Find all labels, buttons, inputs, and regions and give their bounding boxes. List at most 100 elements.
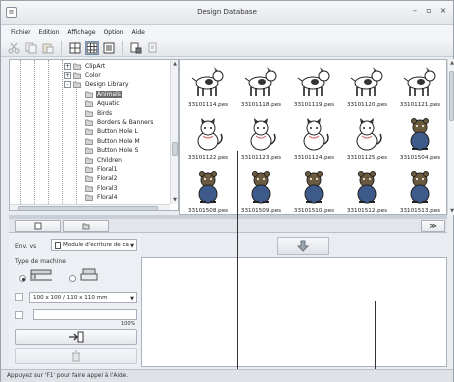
arrow-down-icon (297, 240, 309, 252)
paste-icon[interactable] (41, 41, 55, 55)
tree-item[interactable]: Floral3 (76, 184, 118, 192)
design-thumbnail-grid[interactable]: 33101114.pes 33101118.pes 33101119.pes 3310… (179, 59, 447, 215)
cursor-guide (237, 151, 238, 382)
sewing-machine-icon (30, 269, 52, 281)
grid-vertical-scrollbar[interactable]: ▲ ▼ (447, 59, 454, 215)
collapse-icon[interactable]: - (64, 81, 71, 89)
design-thumbnail[interactable]: 33101513.pes (394, 168, 446, 214)
design-thumbnail[interactable]: 33101125.pes (341, 115, 393, 167)
menu-edition[interactable]: Edition (35, 29, 64, 36)
progress-text: 100% (121, 321, 136, 327)
design-thumbnail[interactable]: 33101504.pes (394, 115, 446, 167)
design-thumbnail[interactable]: 33101122.pes (182, 115, 234, 167)
folder-icon (73, 63, 81, 70)
menu-affichage[interactable]: Affichage (63, 29, 99, 36)
design-thumbnail[interactable]: 33101509.pes (235, 168, 287, 214)
design-filename: 33101508.pes (187, 208, 229, 214)
design-thumbnail[interactable]: 33101508.pes (182, 168, 234, 214)
tree-item[interactable]: Floral1 (76, 165, 118, 173)
chevron-double-down-icon: ≫ (429, 222, 437, 230)
tree-item[interactable]: Children (76, 156, 123, 164)
tree-item-label: Button Hole L (97, 128, 138, 136)
card-preview-area[interactable] (141, 257, 447, 367)
send-to-machine-icon[interactable] (129, 41, 143, 55)
folder-icon (85, 166, 93, 173)
toolbar-separator (61, 40, 62, 55)
details-view-icon[interactable] (102, 41, 116, 55)
tree-vertical-scrollbar[interactable]: ▲ ▼ (170, 60, 178, 204)
properties-icon[interactable] (146, 41, 160, 55)
transfer-to-card-icon (69, 331, 84, 343)
tree-item[interactable]: Button Hole S (76, 147, 139, 155)
design-thumbnail[interactable]: 33101118.pes (235, 62, 287, 114)
tree-item[interactable]: Button Hole M (76, 137, 141, 145)
minimize-icon[interactable]: – (409, 5, 421, 17)
status-bar: Appuyez sur 'F1' pour faire appel à l'Ai… (1, 369, 453, 382)
machine-radio-1[interactable] (19, 275, 26, 282)
env-label: Env. vs (15, 243, 37, 250)
hoop-size-select[interactable]: 100 x 100 / 110 x 110 mm ▼ (29, 292, 137, 303)
expand-icon[interactable]: + (64, 62, 71, 70)
card-view-button[interactable] (15, 220, 61, 232)
collapse-button[interactable]: ≫ (421, 220, 445, 232)
tree-item-label: Borders & Banners (97, 118, 154, 126)
large-thumbnails-icon[interactable] (68, 41, 82, 55)
card-name-field[interactable] (33, 309, 137, 320)
tree-item[interactable]: + Color (64, 71, 102, 79)
tree-item[interactable]: Borders & Banners (76, 118, 154, 126)
cut-icon[interactable] (7, 41, 21, 55)
design-thumbnail[interactable]: 33101120.pes (341, 62, 393, 114)
dog-icon (403, 67, 436, 96)
tree-item[interactable]: Floral4 (76, 194, 118, 202)
design-thumbnail[interactable]: 33101121.pes (394, 62, 446, 114)
tree-item[interactable]: Aquatic (76, 100, 121, 108)
design-filename: 33101118.pes (240, 102, 282, 108)
machine-radio-2[interactable] (69, 275, 76, 282)
design-thumbnail[interactable]: 33101512.pes (341, 168, 393, 214)
design-thumbnail[interactable]: 33101123.pes (235, 115, 287, 167)
machine-type-label: Type de machine (15, 258, 66, 265)
folder-icon (85, 91, 93, 98)
tree-item[interactable]: - Design Library (64, 81, 130, 89)
delete-button[interactable] (15, 348, 137, 364)
design-filename: 33101120.pes (346, 102, 388, 108)
tree-item[interactable]: Button Hole L (76, 128, 139, 136)
tree-item[interactable]: Floral2 (76, 175, 118, 183)
tree-item-label: Animals (96, 90, 122, 98)
tree-horizontal-scrollbar[interactable] (10, 204, 170, 210)
tree-item-label: Children (97, 156, 122, 164)
folder-icon (85, 128, 93, 136)
tree-item[interactable]: Animals (76, 90, 122, 98)
folder-icon (85, 119, 93, 126)
menu-fichier[interactable]: Fichier (7, 29, 35, 36)
folder-view-button[interactable] (63, 220, 109, 232)
design-thumbnail[interactable]: 33101124.pes (288, 115, 340, 167)
tree-item[interactable]: Birds (76, 109, 113, 117)
tree-item-label: Button Hole S (97, 147, 139, 155)
bear-icon (251, 171, 271, 204)
cat-icon (250, 118, 276, 151)
menu-aide[interactable]: Aide (128, 29, 149, 36)
toolbar (1, 39, 453, 57)
transfer-down-button[interactable] (277, 237, 329, 255)
design-thumbnail[interactable]: 33101119.pes (288, 62, 340, 114)
menu-option[interactable]: Option (100, 29, 128, 36)
toolbar-separator (122, 40, 123, 55)
design-thumbnail[interactable]: 33101114.pes (182, 62, 234, 114)
status-text: Appuyez sur 'F1' pour faire appel à l'Ai… (7, 373, 129, 379)
medium-thumbnails-icon[interactable] (85, 40, 99, 55)
tree-item-label: Floral3 (97, 184, 118, 192)
trash-icon (72, 350, 80, 362)
copy-icon[interactable] (24, 41, 38, 55)
close-icon[interactable]: × (437, 5, 449, 17)
tree-item-label: ClipArt (85, 62, 106, 70)
write-to-card-button[interactable] (15, 329, 137, 345)
tree-item-label: Aquatic (97, 100, 120, 108)
dog-icon (244, 67, 277, 96)
tree-item[interactable]: + ClipArt (64, 62, 106, 70)
maximize-icon[interactable]: ▫ (423, 5, 435, 17)
env-select[interactable]: Module d'écriture de carte ▼ (51, 239, 137, 251)
folder-tree[interactable]: + ClipArt + Color - Design Library Animals Aqua… (9, 59, 179, 211)
expand-icon[interactable]: + (64, 71, 71, 79)
design-thumbnail[interactable]: 33101510.pes (288, 168, 340, 214)
